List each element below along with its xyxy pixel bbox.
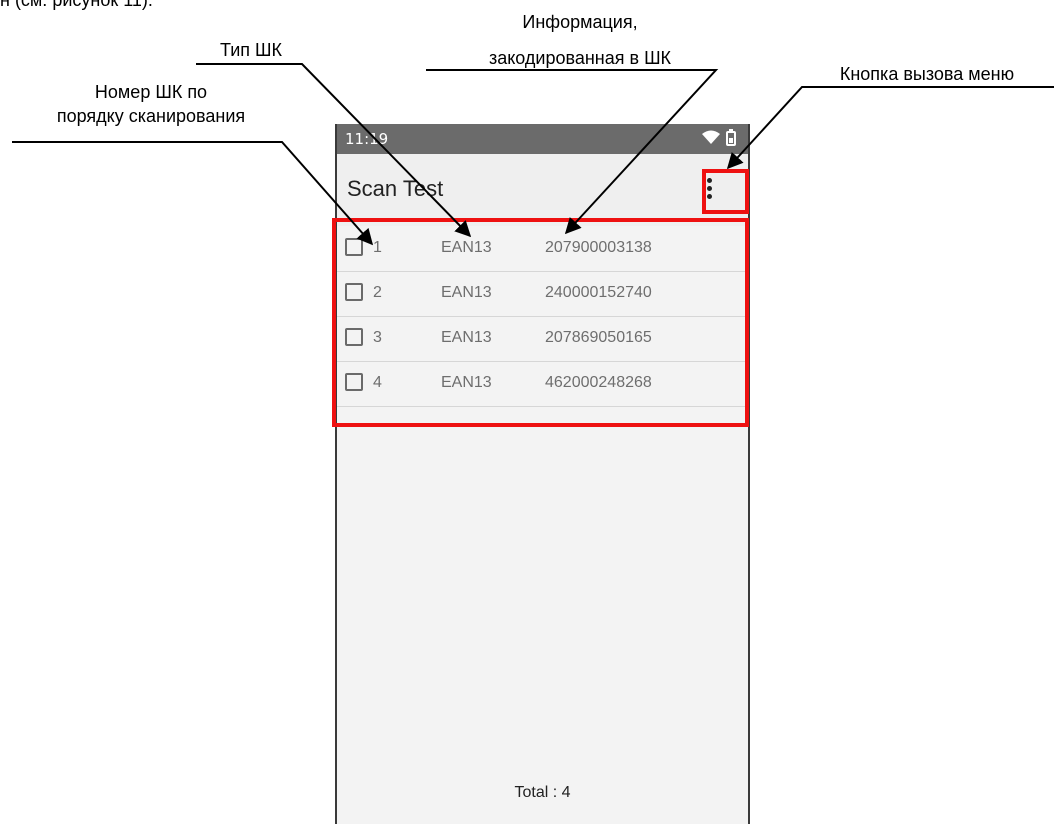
leader-barcode-info xyxy=(426,69,719,235)
leader-menu-button xyxy=(726,86,1054,170)
leader-barcode-type xyxy=(196,63,472,238)
leader-barcode-number xyxy=(12,141,374,246)
annotation-leader-lines xyxy=(12,63,1054,246)
